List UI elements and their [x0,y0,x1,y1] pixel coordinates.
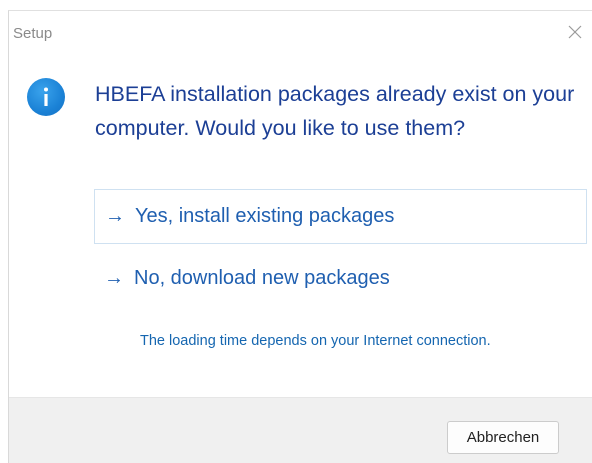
dialog-message: HBEFA installation packages already exis… [95,82,575,140]
dialog-footer: Abbrechen [9,397,592,463]
info-icon [27,78,65,116]
cancel-button[interactable]: Abbrechen [447,421,559,454]
option-install-existing[interactable]: → Yes, install existing packages [94,189,587,244]
arrow-right-icon: → [105,205,125,227]
option-download-new[interactable]: → No, download new packages [94,251,587,306]
arrow-right-icon: → [104,267,124,289]
loading-time-note: The loading time depends on your Interne… [140,333,491,349]
setup-dialog: Setup HBEFA installation packages alread… [8,10,592,463]
option-label: No, download new packages [134,267,390,289]
option-label: Yes, install existing packages [135,205,395,227]
title-bar: Setup [9,11,592,55]
window-title: Setup [13,25,53,42]
close-icon[interactable] [562,19,588,45]
